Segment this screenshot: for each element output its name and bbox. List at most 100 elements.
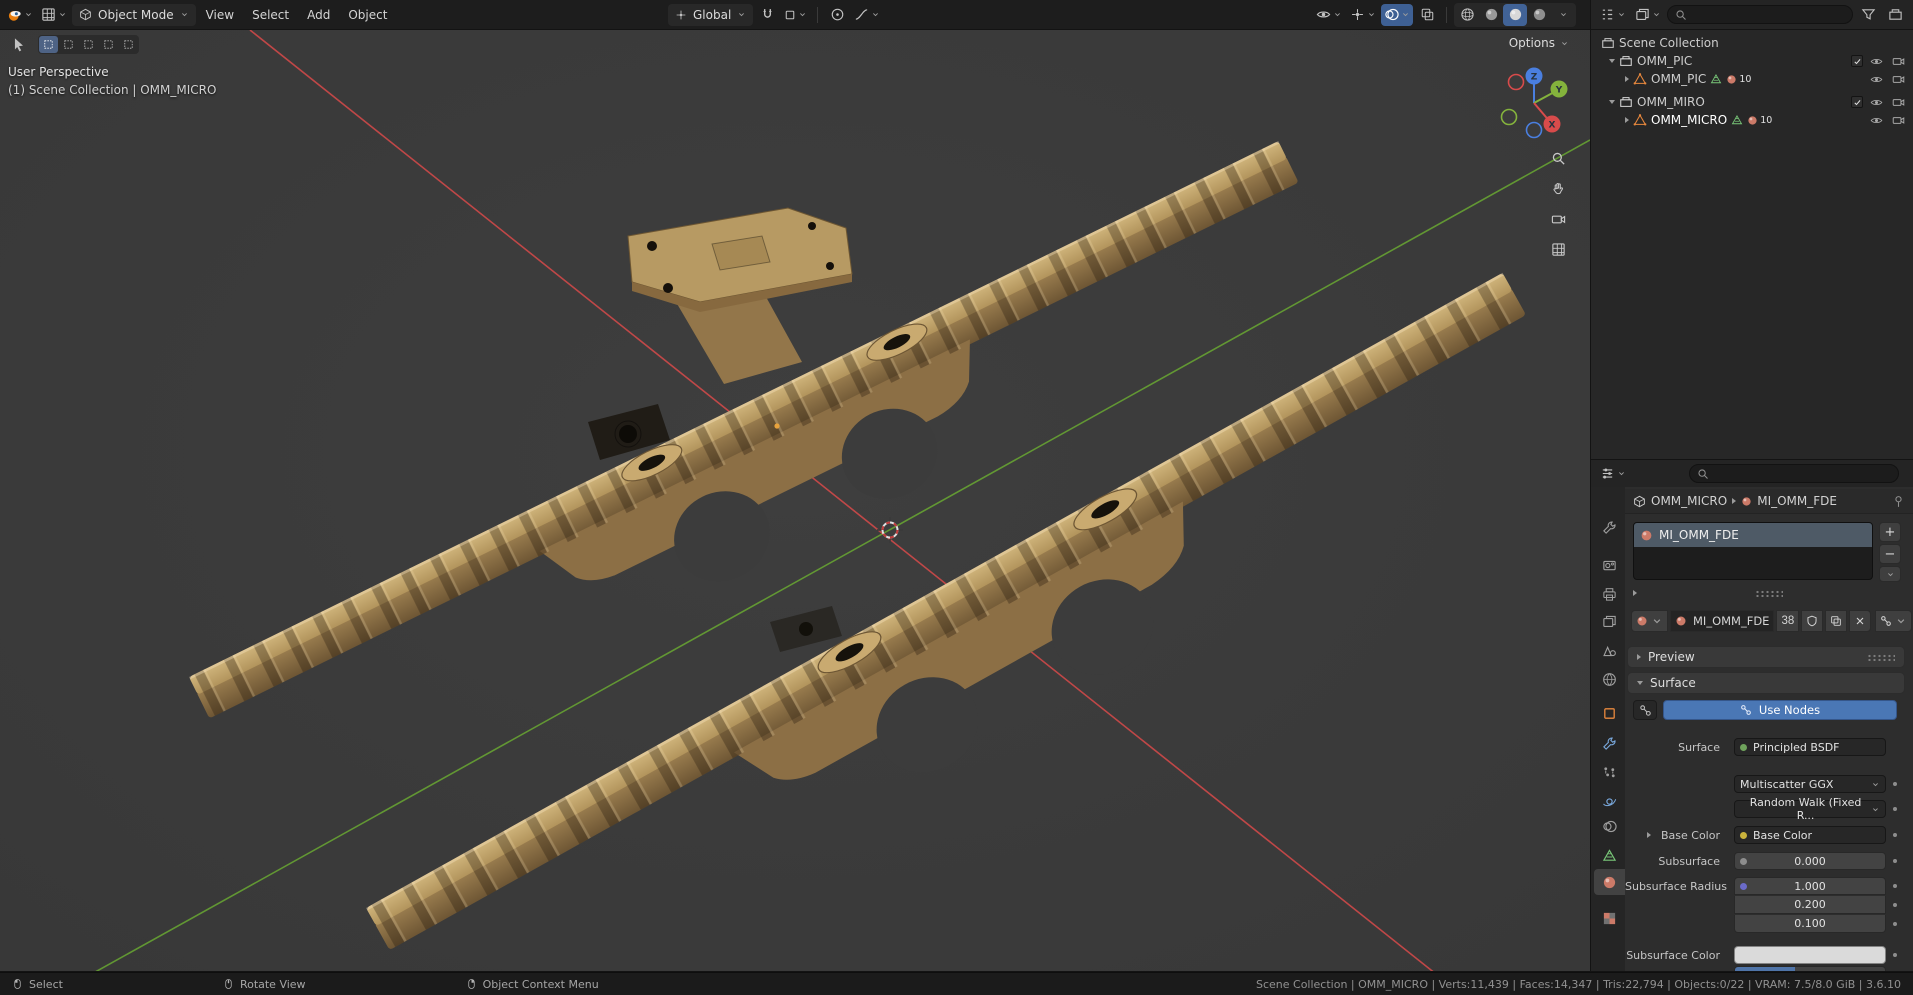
- radius-y-field[interactable]: 0.200: [1734, 896, 1886, 914]
- subsurface-ior-slider[interactable]: 1.400: [1734, 966, 1886, 971]
- tab-output[interactable]: [1594, 581, 1625, 607]
- material-slot-list[interactable]: MI_OMM_FDE: [1633, 522, 1873, 580]
- outliner-row-scene-collection[interactable]: Scene Collection: [1591, 34, 1913, 52]
- keyframe-dot[interactable]: [1893, 833, 1897, 837]
- subsurface-value-field[interactable]: 0.000: [1734, 852, 1886, 870]
- tab-view-layer[interactable]: [1594, 608, 1625, 634]
- transform-orientation-dropdown[interactable]: Global: [668, 4, 753, 26]
- tab-render[interactable]: [1594, 552, 1625, 578]
- select-mode-subtract-button[interactable]: [79, 36, 98, 53]
- menu-view[interactable]: View: [198, 5, 242, 25]
- blender-menu-button[interactable]: [4, 4, 36, 26]
- resize-grip[interactable]: [1755, 590, 1783, 597]
- gizmo-neg-y-axis[interactable]: [1502, 110, 1517, 125]
- material-name-field[interactable]: MI_OMM_FDE: [1670, 610, 1774, 632]
- outliner-filter-button[interactable]: [1856, 4, 1880, 26]
- object-visibility-dropdown[interactable]: [1313, 4, 1345, 26]
- mode-dropdown[interactable]: Object Mode: [72, 4, 196, 26]
- shading-options-dropdown[interactable]: [1551, 4, 1575, 26]
- disclosure-triangle-icon[interactable]: [1625, 117, 1629, 123]
- disclosure-triangle-icon[interactable]: [1625, 76, 1629, 82]
- disclosure-triangle-icon[interactable]: [1609, 59, 1615, 63]
- breadcrumb-object[interactable]: OMM_MICRO: [1651, 494, 1727, 508]
- radius-x-field[interactable]: 1.000: [1734, 877, 1886, 895]
- disable-render-icon[interactable]: [1889, 112, 1907, 128]
- snap-toggle-button[interactable]: [755, 4, 779, 26]
- tab-world[interactable]: [1594, 666, 1625, 692]
- material-slot-specials-button[interactable]: [1879, 566, 1901, 582]
- tab-object-data[interactable]: [1594, 842, 1625, 868]
- gizmo-neg-z-axis[interactable]: [1527, 123, 1542, 138]
- add-material-slot-button[interactable]: +: [1879, 522, 1901, 542]
- unlink-material-button[interactable]: [1849, 610, 1871, 632]
- outliner-row-object[interactable]: OMM_PIC 10: [1591, 70, 1913, 88]
- material-users-button[interactable]: 38: [1776, 610, 1799, 632]
- tab-material[interactable]: [1594, 869, 1625, 895]
- keyframe-dot[interactable]: [1893, 903, 1897, 907]
- tab-modifiers[interactable]: [1594, 730, 1625, 756]
- options-dropdown[interactable]: Options: [1504, 33, 1574, 53]
- disclosure-triangle-icon[interactable]: [1609, 100, 1615, 104]
- hide-eye-icon[interactable]: [1867, 112, 1885, 128]
- viewport-canvas[interactable]: [0, 30, 1590, 971]
- material-slot-selected[interactable]: MI_OMM_FDE: [1634, 523, 1872, 547]
- keyframe-dot[interactable]: [1893, 884, 1897, 888]
- menu-select[interactable]: Select: [244, 5, 297, 25]
- new-material-button[interactable]: [1825, 610, 1847, 632]
- outliner-row-collection[interactable]: OMM_MIRO: [1591, 93, 1913, 111]
- tab-scene[interactable]: [1594, 637, 1625, 663]
- snap-settings-dropdown[interactable]: [781, 4, 810, 26]
- node-tree-dropdown[interactable]: [1875, 610, 1912, 632]
- subsurface-color-swatch[interactable]: [1734, 946, 1886, 964]
- browse-material-button[interactable]: [1631, 610, 1668, 632]
- proportional-falloff-dropdown[interactable]: [851, 4, 883, 26]
- shading-material-preview-button[interactable]: [1503, 4, 1527, 26]
- distribution-dropdown[interactable]: Multiscatter GGX: [1734, 775, 1886, 793]
- drag-grip[interactable]: [1867, 654, 1895, 661]
- preview-panel-header[interactable]: Preview: [1627, 646, 1905, 668]
- exclude-checkbox[interactable]: [1851, 96, 1863, 108]
- keyframe-dot[interactable]: [1893, 859, 1897, 863]
- editor-type-button[interactable]: [38, 4, 70, 26]
- pan-button[interactable]: [1546, 176, 1570, 200]
- menu-add[interactable]: Add: [299, 5, 338, 25]
- disable-render-icon[interactable]: [1889, 71, 1907, 87]
- hide-eye-icon[interactable]: [1867, 53, 1885, 69]
- disable-render-icon[interactable]: [1889, 53, 1907, 69]
- disable-render-icon[interactable]: [1889, 94, 1907, 110]
- properties-editor-type-button[interactable]: [1597, 463, 1629, 485]
- exclude-checkbox[interactable]: [1851, 55, 1863, 67]
- rail-object-front[interactable]: [366, 273, 1581, 971]
- select-mode-invert-button[interactable]: [99, 36, 118, 53]
- shading-solid-button[interactable]: [1479, 4, 1503, 26]
- keyframe-dot[interactable]: [1893, 953, 1897, 957]
- tab-tool[interactable]: [1594, 514, 1625, 540]
- xray-toggle-button[interactable]: [1415, 4, 1439, 26]
- surface-panel-header[interactable]: Surface: [1627, 672, 1905, 694]
- tab-particles[interactable]: [1594, 759, 1625, 785]
- keyframe-dot[interactable]: [1893, 807, 1897, 811]
- tab-texture[interactable]: [1594, 905, 1625, 931]
- camera-view-button[interactable]: [1546, 207, 1570, 231]
- outliner-row-collection[interactable]: OMM_PIC: [1591, 52, 1913, 70]
- disclosure-triangle-icon[interactable]: [1633, 590, 1637, 596]
- gizmos-toggle-dropdown[interactable]: [1347, 4, 1379, 26]
- select-mode-new-button[interactable]: [39, 36, 58, 53]
- gizmo-neg-x-axis[interactable]: [1509, 75, 1524, 90]
- outliner-editor-type-button[interactable]: [1597, 4, 1629, 26]
- tab-constraints[interactable]: [1594, 813, 1625, 839]
- use-nodes-button[interactable]: Use Nodes: [1663, 700, 1897, 720]
- new-collection-button[interactable]: [1883, 4, 1907, 26]
- navigation-gizmo[interactable]: Z Y X: [1492, 61, 1576, 145]
- radius-z-field[interactable]: 0.100: [1734, 915, 1886, 933]
- select-mode-intersect-button[interactable]: [119, 36, 138, 53]
- overlays-toggle-dropdown[interactable]: [1381, 4, 1413, 26]
- outliner-display-mode-dropdown[interactable]: [1632, 4, 1664, 26]
- fake-user-button[interactable]: [1801, 610, 1823, 632]
- pin-icon[interactable]: [1892, 495, 1905, 508]
- breadcrumb-material[interactable]: MI_OMM_FDE: [1757, 494, 1837, 508]
- sss-method-dropdown[interactable]: Random Walk (Fixed R...: [1734, 800, 1886, 818]
- active-tool-button[interactable]: [6, 33, 30, 55]
- keyframe-dot[interactable]: [1893, 922, 1897, 926]
- shading-wireframe-button[interactable]: [1455, 4, 1479, 26]
